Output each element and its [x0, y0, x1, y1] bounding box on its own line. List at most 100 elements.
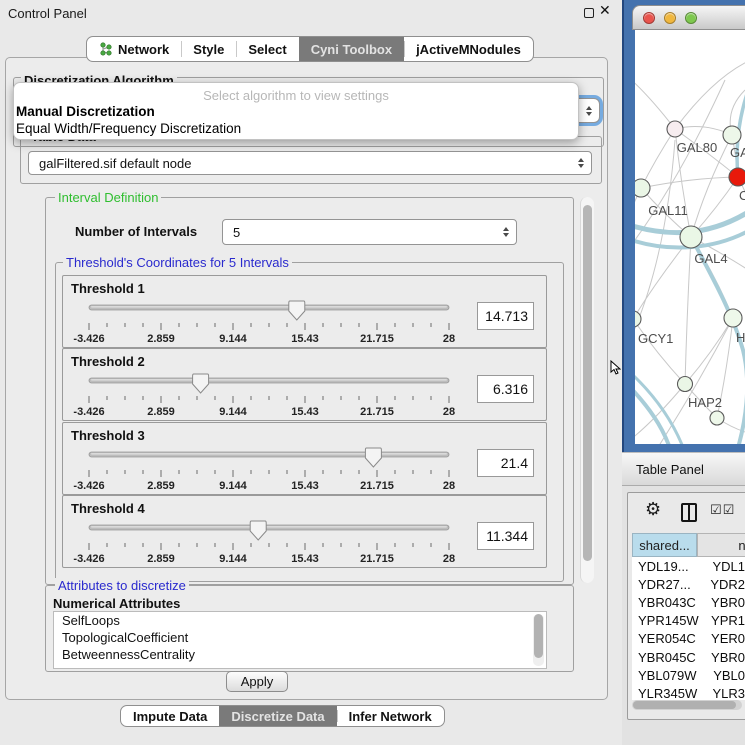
combo-stepper-icon [586, 106, 592, 116]
table-data-select[interactable]: galFiltered.sif default node [28, 151, 592, 175]
cell-shared-name: YER054C [632, 631, 705, 646]
threshold-label: Threshold 3 [71, 428, 145, 443]
cyni-mode-tabbar: Impute Data Discretize Data Infer Network [120, 705, 445, 727]
slider-tick-label: 21.715 [360, 553, 394, 565]
cell-name: YPR1 [705, 613, 745, 628]
table-row[interactable]: YPR145WYPR1 [632, 612, 745, 630]
table-row[interactable]: YLR345WYLR3 [632, 684, 745, 700]
slider-thumb[interactable] [250, 521, 266, 540]
network-node-h[interactable] [724, 309, 742, 327]
network-canvas[interactable]: GAL80GACGAL11GAL4GCY1HHAP2 [635, 30, 745, 444]
number-of-intervals-label: Number of Intervals [75, 224, 197, 239]
slider-thumb[interactable] [365, 448, 381, 467]
tab-jactivemnodules[interactable]: jActiveMNodules [404, 37, 533, 61]
threshold-value-field[interactable]: 6.316 [477, 375, 534, 403]
network-node-c[interactable] [729, 168, 745, 186]
network-node[interactable] [710, 411, 724, 425]
threshold-slider[interactable]: -3.4262.8599.14415.4321.71528 [81, 372, 481, 420]
slider-tick-label: -3.426 [73, 480, 104, 492]
dropdown-option-manual-discretization[interactable]: Manual Discretization [16, 103, 576, 120]
table-horizontal-scrollbar[interactable] [632, 700, 742, 710]
tab-select[interactable]: Select [236, 37, 298, 61]
network-node-gal11[interactable] [635, 179, 650, 197]
tab-cyni-toolbox[interactable]: Cyni Toolbox [299, 37, 404, 61]
apply-button[interactable]: Apply [226, 671, 288, 692]
scrollbar-thumb[interactable] [633, 701, 736, 709]
slider-tick-label: 9.144 [219, 406, 247, 418]
number-of-intervals-select[interactable]: 5 [222, 219, 517, 245]
tab-network[interactable]: Network [87, 37, 181, 61]
slider-thumb[interactable] [289, 301, 305, 320]
cell-name: YER0 [705, 631, 745, 646]
network-icon [99, 42, 113, 57]
column-header-shared-name[interactable]: shared... [632, 533, 697, 557]
tab-label: jActiveMNodules [416, 42, 521, 57]
tab-label: Discretize Data [231, 709, 324, 724]
network-node-ga[interactable] [723, 126, 741, 144]
threshold-value-field[interactable]: 21.4 [477, 449, 534, 477]
slider-tick-label: 9.144 [219, 333, 247, 345]
numerical-attributes-list[interactable]: SelfLoopsTopologicalCoefficientBetweenne… [53, 611, 547, 669]
table-data-value: galFiltered.sif default node [39, 156, 191, 171]
tab-label: Infer Network [349, 709, 432, 724]
zoom-traffic-light[interactable] [685, 12, 697, 24]
tab-label: Select [248, 42, 286, 57]
gear-icon[interactable]: ⚙ [645, 499, 661, 520]
tab-style[interactable]: Style [181, 37, 236, 61]
bottom-tab-infer-network[interactable]: Infer Network [337, 706, 444, 726]
bottom-tab-impute-data[interactable]: Impute Data [121, 706, 219, 726]
close-icon[interactable]: ✕ [599, 3, 611, 19]
list-item[interactable]: SelfLoops [54, 612, 546, 629]
checkbox-columns-icon[interactable]: ☑☑ [710, 503, 735, 518]
table-rows[interactable]: YDL19...YDL1YDR27...YDR2YBR043CYBR0YPR14… [632, 557, 745, 700]
table-row[interactable]: YER054CYER0 [632, 630, 745, 648]
node-label: C [739, 188, 745, 203]
threshold-panel-2: Threshold 2 -3.4262.8599.14415.4321.71528… [62, 348, 547, 421]
slider-tick-label: 21.715 [360, 333, 394, 345]
table-row[interactable]: YBL079WYBL0 [632, 666, 745, 684]
list-scrollbar[interactable] [533, 614, 544, 666]
slider-tick-label: -3.426 [73, 406, 104, 418]
dropdown-options: Manual DiscretizationEqual Width/Frequen… [16, 103, 576, 137]
panel-vertical-scrollbar[interactable] [580, 197, 594, 583]
slider-thumb[interactable] [193, 374, 209, 393]
threshold-value-field[interactable]: 11.344 [477, 522, 534, 550]
threshold-slider[interactable]: -3.4262.8599.14415.4321.71528 [81, 446, 481, 494]
column-header-name[interactable]: n [697, 533, 745, 557]
cell-name: YDL1 [706, 559, 745, 574]
float-window-icon[interactable] [584, 8, 594, 18]
network-node-gcy1[interactable] [635, 311, 641, 327]
combo-stepper-icon [578, 158, 584, 168]
network-node-gal80[interactable] [667, 121, 683, 137]
control-panel-tabbar: NetworkStyle Select Cyni Toolbox jActiveMNo… [86, 36, 534, 62]
table-row[interactable]: YDR27...YDR2 [632, 575, 745, 593]
network-node-gal4[interactable] [680, 226, 702, 248]
close-traffic-light[interactable] [643, 12, 655, 24]
threshold-slider[interactable]: -3.4262.8599.14415.4321.71528 [81, 519, 481, 567]
table-row[interactable]: YBR045CYBR0 [632, 648, 745, 666]
list-item[interactable]: BetweennessCentrality [54, 646, 546, 663]
algorithm-dropdown-popup: Select algorithm to view settings Manual… [13, 82, 579, 140]
mouse-cursor [610, 360, 621, 375]
bottom-tab-discretize-data[interactable]: Discretize Data [219, 706, 336, 726]
dropdown-option-equal-width-frequency-discretization[interactable]: Equal Width/Frequency Discretization [16, 120, 576, 137]
network-node-hap2[interactable] [678, 377, 693, 392]
node-label: GAL4 [694, 251, 727, 266]
slider-tick-label: 9.144 [219, 553, 247, 565]
minimize-traffic-light[interactable] [664, 12, 676, 24]
scrollbar-thumb[interactable] [534, 614, 543, 658]
threshold-value-field[interactable]: 14.713 [477, 302, 534, 330]
table-row[interactable]: YDL19...YDL1 [632, 557, 745, 575]
threshold-slider[interactable]: -3.4262.8599.14415.4321.71528 [81, 299, 481, 347]
slider-tick-label: -3.426 [73, 553, 104, 565]
network-window-titlebar[interactable] [632, 5, 745, 30]
table-row[interactable]: YBR043CYBR0 [632, 593, 745, 611]
cell-shared-name: YBR045C [632, 650, 705, 665]
threshold-panel-4: Threshold 4-3.4262.8599.14415.4321.71528… [62, 495, 547, 568]
slider-tick-label: 9.144 [219, 480, 247, 492]
scrollbar-thumb[interactable] [583, 205, 592, 561]
cell-shared-name: YDL19... [632, 559, 706, 574]
threshold-label: Threshold 2 [71, 354, 145, 369]
list-item[interactable]: TopologicalCoefficient [54, 629, 546, 646]
column-split-icon[interactable] [681, 503, 697, 522]
